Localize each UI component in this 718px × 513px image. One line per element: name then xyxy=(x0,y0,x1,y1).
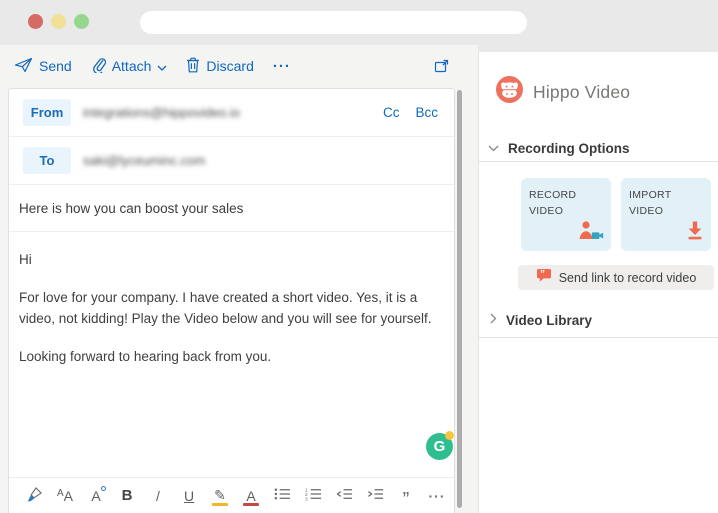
format-painter-button[interactable] xyxy=(23,484,45,508)
highlight-pen-icon: ✎ xyxy=(214,487,226,504)
bullet-list-button[interactable] xyxy=(271,484,293,508)
attach-button[interactable]: Attach xyxy=(91,56,168,76)
import-video-label: IMPORT VIDEO xyxy=(629,187,689,220)
panel-top-gap xyxy=(478,45,718,52)
font-icon: A xyxy=(57,488,64,499)
highlight-color-bar xyxy=(212,503,228,506)
numbered-list-button[interactable]: 123 xyxy=(302,484,324,508)
decrease-indent-button[interactable] xyxy=(333,484,355,508)
blockquote-button[interactable]: ” xyxy=(395,484,417,508)
panel-header: Hippo Video xyxy=(496,76,630,108)
numbered-list-icon: 123 xyxy=(305,487,322,504)
body-paragraph-2: Looking forward to hearing back from you… xyxy=(19,347,444,368)
vertical-scrollbar[interactable] xyxy=(457,90,462,508)
cc-bcc-group: Cc Bcc xyxy=(383,105,442,120)
app-window: Send Attach Discard ··· xyxy=(0,0,718,513)
recording-cards: RECORD VIDEO IMPORT VIDEO xyxy=(521,178,711,251)
discard-button[interactable]: Discard xyxy=(186,57,253,76)
grammarly-badge[interactable]: G xyxy=(426,433,453,460)
video-library-section-header[interactable]: Video Library xyxy=(479,310,718,330)
record-person-camera-icon xyxy=(578,220,604,245)
browser-chrome xyxy=(0,0,718,45)
discard-label: Discard xyxy=(206,58,253,74)
bold-button[interactable]: B xyxy=(116,484,138,508)
more-formatting-button[interactable]: ··· xyxy=(426,484,448,508)
italic-button[interactable]: / xyxy=(147,484,169,508)
svg-text:3: 3 xyxy=(305,496,308,501)
decrease-indent-icon xyxy=(336,487,353,504)
from-row: From integrations@hippovideo.io Cc Bcc xyxy=(9,89,454,137)
highlight-button[interactable]: ✎ xyxy=(209,484,231,508)
font-color-bar xyxy=(243,503,259,506)
font-color-icon: A xyxy=(246,488,255,504)
send-link-to-record-button[interactable]: ” Send link to record video xyxy=(518,265,714,290)
font-size-button[interactable]: A xyxy=(85,484,107,508)
message-body-editor[interactable]: Hi For love for your company. I have cre… xyxy=(9,232,454,484)
address-bar[interactable] xyxy=(140,11,527,34)
from-address[interactable]: integrations@hippovideo.io xyxy=(83,105,240,120)
attach-label: Attach xyxy=(112,58,152,74)
grammarly-letter: G xyxy=(434,438,446,455)
video-library-title: Video Library xyxy=(506,313,592,328)
cc-button[interactable]: Cc xyxy=(383,105,400,120)
trash-icon xyxy=(186,57,200,76)
to-row: To saki@lyceuminc.com xyxy=(9,137,454,185)
window-minimize-button[interactable] xyxy=(51,14,66,29)
divider xyxy=(479,337,718,338)
chevron-right-icon xyxy=(490,311,497,329)
to-button[interactable]: To xyxy=(23,147,71,174)
mail-compose-area: Send Attach Discard ··· xyxy=(0,45,478,513)
body-greeting: Hi xyxy=(19,250,444,271)
bcc-button[interactable]: Bcc xyxy=(415,105,438,120)
divider xyxy=(479,161,718,162)
underline-button[interactable]: U xyxy=(178,484,200,508)
recording-options-section-header[interactable]: Recording Options xyxy=(479,138,718,158)
import-video-card[interactable]: IMPORT VIDEO xyxy=(621,178,711,251)
body-paragraph-1: For love for your company. I have create… xyxy=(19,288,444,330)
import-download-icon xyxy=(686,220,704,245)
window-close-button[interactable] xyxy=(28,14,43,29)
mail-toolbar: Send Attach Discard ··· xyxy=(0,45,478,87)
increase-indent-button[interactable] xyxy=(364,484,386,508)
paperclip-icon xyxy=(91,56,106,76)
font-size-adjust-mark xyxy=(101,486,106,491)
bullet-list-icon xyxy=(274,487,291,504)
send-link-label: Send link to record video xyxy=(559,271,697,285)
send-label: Send xyxy=(39,58,72,74)
to-address[interactable]: saki@lyceuminc.com xyxy=(83,153,205,168)
window-zoom-button[interactable] xyxy=(74,14,89,29)
chevron-down-icon xyxy=(157,58,167,74)
open-in-new-window-button[interactable] xyxy=(434,58,450,79)
font-button[interactable]: AA xyxy=(54,484,76,508)
app-name: Hippo Video xyxy=(533,82,630,103)
hippo-video-logo xyxy=(496,76,523,108)
font-color-button[interactable]: A xyxy=(240,484,262,508)
svg-text:”: ” xyxy=(540,269,545,280)
record-video-label: RECORD VIDEO xyxy=(529,187,589,220)
format-painter-icon xyxy=(26,486,43,506)
chevron-down-icon xyxy=(488,139,499,157)
send-icon xyxy=(14,57,33,76)
formatting-toolbar: AA A B / U ✎ A xyxy=(9,477,454,513)
chat-bubble-icon: ” xyxy=(536,268,552,288)
from-button[interactable]: From xyxy=(23,99,71,126)
more-commands-button[interactable]: ··· xyxy=(273,58,291,75)
increase-indent-icon xyxy=(367,487,384,504)
hippo-video-panel: Hippo Video Recording Options RECORD VID… xyxy=(478,52,718,513)
compose-card: From integrations@hippovideo.io Cc Bcc T… xyxy=(8,88,455,513)
send-button[interactable]: Send xyxy=(14,57,72,76)
subject-input[interactable]: Here is how you can boost your sales xyxy=(9,185,454,232)
recording-options-title: Recording Options xyxy=(508,141,630,156)
record-video-card[interactable]: RECORD VIDEO xyxy=(521,178,611,251)
font-size-icon: A xyxy=(91,488,100,504)
